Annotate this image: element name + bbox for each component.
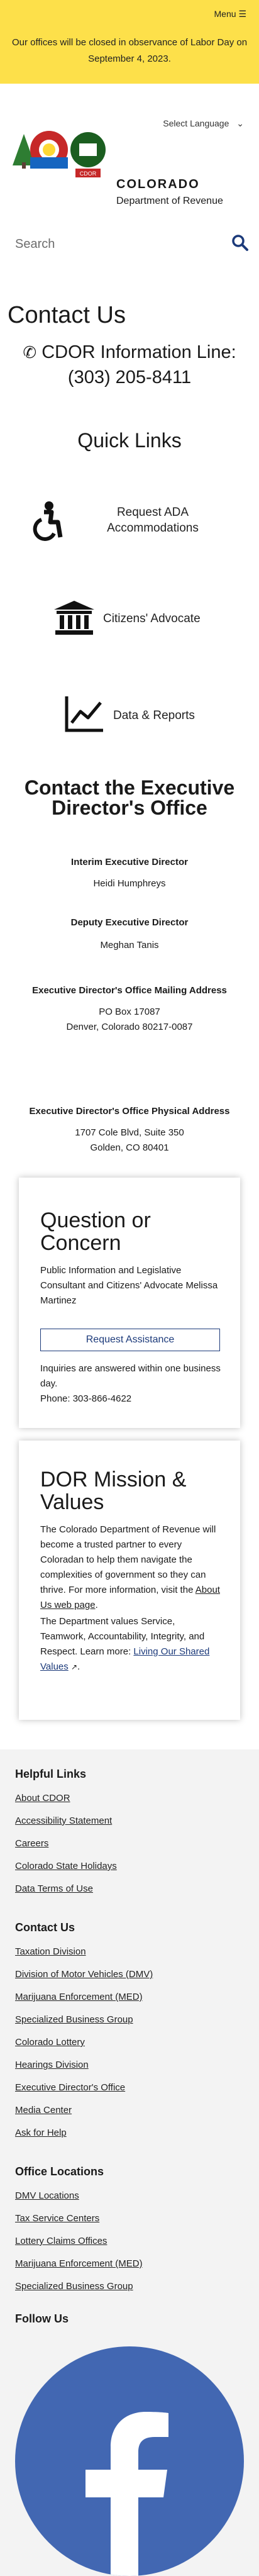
footer-link[interactable]: Ask for Help	[15, 2127, 67, 2138]
exec-office-title: Contact the Executive Director's Office	[24, 776, 235, 819]
menu-label: Menu	[214, 9, 236, 19]
question-phone: Phone: 303-866-4622	[40, 1393, 132, 1404]
alert-banner: Menu ☰ Our offices will be closed in obs…	[0, 0, 259, 84]
quick-link-data-reports[interactable]: Data & Reports	[0, 689, 259, 739]
quick-link-ada[interactable]: Request ADA Accommodations	[0, 498, 259, 549]
deputy-name: Meghan Tanis	[100, 940, 159, 951]
footer-link[interactable]: Taxation Division	[15, 1946, 86, 1957]
question-title: Question or Concern	[40, 1208, 151, 1255]
physical-label: Executive Director's Office Physical Add…	[29, 1106, 230, 1117]
physical-line1: 1707 Cole Blvd, Suite 350	[75, 1127, 184, 1138]
footer-link[interactable]: Division of Motor Vehicles (DMV)	[15, 1969, 153, 1980]
logo-subtitle: Department of Revenue	[116, 196, 223, 206]
footer-link[interactable]: Colorado State Holidays	[15, 1861, 117, 1871]
request-assistance-button[interactable]: Request Assistance	[40, 1329, 220, 1351]
footer-link[interactable]: Hearings Division	[15, 2060, 89, 2070]
external-link-icon: ↗	[70, 1663, 77, 1671]
footer-link[interactable]: Marijuana Enforcement (MED)	[15, 2258, 143, 2269]
question-card: Question or Concern Public Information a…	[19, 1178, 240, 1428]
office-locations-title: Office Locations	[15, 2165, 104, 2178]
footer-link[interactable]: Executive Director's Office	[15, 2082, 125, 2093]
footer-link[interactable]: Media Center	[15, 2105, 72, 2116]
quick-link-label: Data & Reports	[113, 709, 195, 722]
follow-us-title: Follow Us	[15, 2312, 69, 2325]
footer-link[interactable]: Accessibility Statement	[15, 1815, 112, 1826]
footer-link[interactable]: Marijuana Enforcement (MED)	[15, 1992, 143, 2002]
footer-link[interactable]: Tax Service Centers	[15, 2213, 99, 2224]
footer-link[interactable]: Careers	[15, 1838, 48, 1849]
quick-links-title: Quick Links	[77, 429, 182, 452]
contact-links-title: Contact Us	[15, 1921, 75, 1934]
values-block: The Department values Service, Teamwork,…	[40, 1616, 210, 1672]
footer-link[interactable]: Data Terms of Use	[15, 1883, 93, 1894]
cdor-logo[interactable]: CDOR COLORADO Department of Revenue	[13, 125, 251, 213]
footer-link[interactable]: DMV Locations	[15, 2190, 79, 2201]
phone-icon: ✆	[23, 343, 37, 362]
mission-title: DOR Mission & Values	[40, 1468, 187, 1514]
logo-title: COLORADO	[116, 177, 200, 191]
quick-link-citizens-advocate[interactable]: Citizens' Advocate	[0, 594, 259, 645]
facebook-icon[interactable]	[15, 2346, 244, 2576]
footer-link[interactable]: Lottery Claims Offices	[15, 2236, 107, 2246]
logo-badge-text: CDOR	[80, 170, 97, 177]
mailing-label: Executive Director's Office Mailing Addr…	[32, 985, 227, 996]
search-icon[interactable]	[231, 234, 249, 255]
page-title: Contact Us	[8, 302, 126, 328]
interim-label: Interim Executive Director	[71, 857, 188, 867]
quick-link-label: Citizens' Advocate	[103, 612, 201, 625]
phone-block: ✆ CDOR Information Line: (303) 205-8411	[0, 340, 259, 390]
mission-body: The Colorado Department of Revenue will …	[40, 1524, 216, 1595]
footer-link[interactable]: About CDOR	[15, 1793, 70, 1804]
mission-body-block: The Colorado Department of Revenue will …	[40, 1524, 220, 1610]
phone-number[interactable]: (303) 205-8411	[0, 365, 259, 390]
accessibility-icon	[30, 501, 65, 544]
mailing-line1: PO Box 17087	[99, 1006, 160, 1017]
helpful-links-title: Helpful Links	[15, 1768, 87, 1780]
hamburger-icon: ☰	[238, 9, 246, 19]
alert-text: Our offices will be closed in observance…	[11, 37, 248, 64]
mission-card: DOR Mission & Values The Colorado Depart…	[19, 1441, 240, 1720]
footer-link[interactable]: Specialized Business Group	[15, 2281, 133, 2292]
quick-link-label: Request ADA Accommodations	[107, 506, 199, 535]
question-note: Inquiries are answered within one busine…	[40, 1363, 221, 1389]
colorado-logo-icon: CDOR	[13, 131, 106, 177]
interim-name: Heidi Humphreys	[93, 878, 166, 889]
chart-line-icon	[64, 695, 104, 736]
footer-link[interactable]: Colorado Lottery	[15, 2037, 85, 2048]
deputy-label: Deputy Executive Director	[70, 917, 189, 928]
question-body: Public Information and Legislative Consu…	[40, 1265, 218, 1306]
mailing-line2: Denver, Colorado 80217-0087	[66, 1022, 193, 1032]
physical-line2: Golden, CO 80401	[90, 1142, 169, 1153]
footer-link[interactable]: Specialized Business Group	[15, 2014, 133, 2025]
building-icon	[54, 601, 94, 639]
search-bar	[15, 231, 249, 259]
menu-button[interactable]: Menu ☰	[214, 9, 246, 20]
search-input[interactable]	[15, 231, 216, 257]
phone-line-label: CDOR Information Line:	[41, 342, 236, 362]
